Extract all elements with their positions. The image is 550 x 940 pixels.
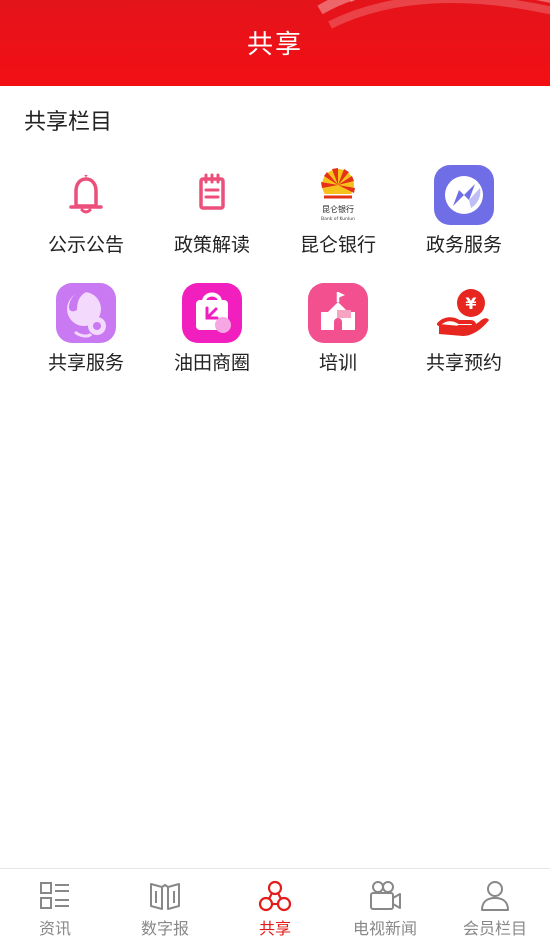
page-title: 共享 — [246, 30, 303, 60]
tab-label: 电视新闻 — [352, 919, 417, 938]
grid-item-label: 油田商圈 — [173, 352, 250, 374]
compass-icon — [434, 165, 494, 225]
grid-row: 共享服务 油田商圈 培训 ¥ 共享预约 — [0, 278, 550, 396]
newspaper-icon — [150, 883, 180, 910]
tab-share[interactable]: 共享 — [220, 869, 330, 940]
share-circles-icon — [258, 880, 292, 912]
grid-item-label: 共享预约 — [425, 352, 502, 374]
tab-member[interactable]: 会员栏目 — [440, 869, 550, 940]
tab-news[interactable]: 资讯 — [0, 869, 110, 940]
kunlun-bank-logo: 昆仑银行 Bank of Kunlun — [321, 168, 355, 222]
tab-label: 共享 — [258, 919, 291, 938]
grid-item-training[interactable]: 培训 — [275, 278, 401, 388]
service-grid: 公示公告 政策解读 昆仑银行 Bank of Kunlun 昆仑银行 政务服务 … — [0, 160, 550, 396]
user-icon — [481, 881, 509, 911]
tab-tv-news[interactable]: 电视新闻 — [330, 869, 440, 940]
list-grid-icon — [40, 882, 69, 909]
grid-item-kunlun-bank[interactable]: 昆仑银行 Bank of Kunlun 昆仑银行 — [275, 160, 401, 270]
section-title: 共享栏目 — [24, 110, 113, 135]
tab-digital-paper[interactable]: 数字报 — [110, 869, 220, 940]
clipboard-icon — [199, 173, 225, 210]
tab-label: 会员栏目 — [462, 919, 527, 938]
bell-icon — [69, 175, 103, 214]
grid-item-oilfield-mall[interactable]: 油田商圈 — [149, 278, 275, 388]
grid-item-label: 政务服务 — [425, 234, 502, 256]
grid-item-policy[interactable]: 政策解读 — [149, 160, 275, 270]
svg-text:昆仑银行: 昆仑银行 — [322, 204, 354, 214]
grid-row: 公示公告 政策解读 昆仑银行 Bank of Kunlun 昆仑银行 政务服务 — [0, 160, 550, 278]
grid-item-label: 培训 — [318, 352, 357, 374]
grid-item-gov-service[interactable]: 政务服务 — [401, 160, 527, 270]
grid-item-label: 公示公告 — [47, 234, 124, 256]
grid-item-label: 昆仑银行 — [299, 234, 376, 256]
grid-item-announcements[interactable]: 公示公告 — [23, 160, 149, 270]
top-header: 共享 — [0, 0, 550, 86]
school-building-icon — [308, 283, 368, 343]
grid-item-label: 共享服务 — [47, 352, 124, 374]
svg-text:¥: ¥ — [465, 294, 476, 313]
grid-item-label: 政策解读 — [173, 234, 250, 256]
bottom-tab-bar: 资讯 数字报 共享 电视新闻 会员栏目 — [0, 868, 550, 940]
tab-label: 数字报 — [140, 919, 189, 938]
shopping-bag-icon — [182, 283, 242, 343]
tab-label: 资讯 — [38, 919, 71, 938]
video-camera-icon — [370, 881, 401, 910]
grid-item-shared-booking[interactable]: ¥ 共享预约 — [401, 278, 527, 388]
svg-text:Bank of Kunlun: Bank of Kunlun — [321, 216, 355, 222]
customer-service-icon — [56, 283, 116, 343]
hand-coin-icon: ¥ — [437, 289, 489, 336]
grid-item-shared-service[interactable]: 共享服务 — [23, 278, 149, 388]
